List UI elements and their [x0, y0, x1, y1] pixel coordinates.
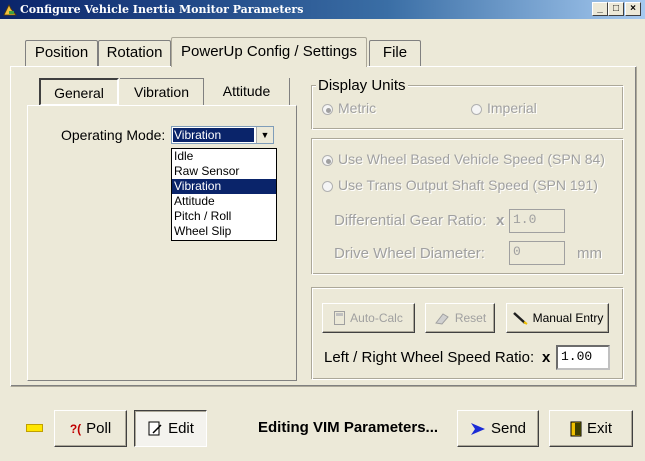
send-arrow-icon: [470, 422, 485, 435]
poll-button[interactable]: ?( Poll: [54, 410, 127, 447]
inner-tab-vibration[interactable]: Vibration: [120, 78, 204, 106]
eraser-icon: [434, 313, 449, 325]
inner-tab-general[interactable]: General: [39, 78, 119, 106]
wheel-speed-ratio-label: Left / Right Wheel Speed Ratio:: [324, 349, 535, 366]
close-button[interactable]: ×: [625, 2, 641, 16]
operating-mode-label: Operating Mode:: [61, 127, 166, 143]
metric-label: Metric: [338, 100, 377, 116]
status-indicator: [26, 424, 43, 432]
pencil-icon: [512, 312, 528, 325]
title-bar: Configure Vehicle Inertia Monitor Parame…: [0, 0, 645, 19]
tab-rotation[interactable]: Rotation: [98, 40, 171, 66]
gear-ratio-label: Differential Gear Ratio:: [334, 212, 487, 229]
dropdown-option-wheel-slip[interactable]: Wheel Slip: [172, 224, 276, 239]
wheel-speed-ratio-x: x: [542, 349, 551, 366]
minimize-button[interactable]: _: [592, 2, 608, 16]
metric-radio[interactable]: [322, 104, 333, 115]
maximize-button[interactable]: □: [608, 2, 624, 16]
display-units-legend: Display Units: [316, 77, 408, 94]
dropdown-option-raw-sensor[interactable]: Raw Sensor: [172, 164, 276, 179]
calculator-icon: [334, 311, 346, 325]
tab-file[interactable]: File: [369, 40, 421, 66]
dropdown-option-pitch-roll[interactable]: Pitch / Roll: [172, 209, 276, 224]
edit-document-icon: [148, 421, 162, 435]
tab-powerup-config-settings[interactable]: PowerUp Config / Settings: [171, 37, 367, 67]
wheel-based-speed-radio[interactable]: [322, 155, 333, 166]
imperial-label: Imperial: [487, 100, 537, 116]
send-button[interactable]: Send: [457, 410, 539, 447]
dropdown-option-vibration[interactable]: Vibration: [172, 179, 276, 194]
window-title: Configure Vehicle Inertia Monitor Parame…: [20, 3, 304, 16]
chevron-down-icon[interactable]: ▼: [256, 127, 273, 143]
edit-button[interactable]: Edit: [134, 410, 207, 447]
wheel-diameter-input[interactable]: 0: [509, 241, 565, 265]
wheel-speed-ratio-input[interactable]: 1.00: [556, 345, 610, 370]
wheel-diameter-label: Drive Wheel Diameter:: [334, 245, 485, 262]
imperial-radio[interactable]: [471, 104, 482, 115]
app-icon: [3, 3, 17, 15]
status-text: Editing VIM Parameters...: [258, 419, 439, 436]
gear-ratio-x: x: [496, 212, 505, 229]
operating-mode-dropdown: Idle Raw Sensor Vibration Attitude Pitch…: [171, 148, 277, 241]
inner-tab-attitude[interactable]: Attitude: [204, 78, 290, 106]
general-panel: [27, 105, 297, 381]
exit-door-icon: [570, 421, 582, 436]
dropdown-option-idle[interactable]: Idle: [172, 149, 276, 164]
reset-button[interactable]: Reset: [425, 303, 495, 333]
tab-position[interactable]: Position: [25, 40, 98, 66]
gear-ratio-input[interactable]: 1.0: [509, 209, 565, 233]
dropdown-option-attitude[interactable]: Attitude: [172, 194, 276, 209]
wheel-diameter-unit: mm: [577, 245, 602, 262]
manual-entry-button[interactable]: Manual Entry: [506, 303, 609, 333]
auto-calc-button[interactable]: Auto-Calc: [322, 303, 415, 333]
operating-mode-select[interactable]: Vibration ▼: [171, 126, 274, 144]
exit-button[interactable]: Exit: [549, 410, 633, 447]
trans-output-speed-label: Use Trans Output Shaft Speed (SPN 191): [338, 177, 598, 193]
wheel-based-speed-label: Use Wheel Based Vehicle Speed (SPN 84): [338, 151, 605, 167]
operating-mode-value: Vibration: [173, 128, 254, 142]
poll-icon: ?(: [69, 421, 82, 436]
trans-output-speed-radio[interactable]: [322, 181, 333, 192]
